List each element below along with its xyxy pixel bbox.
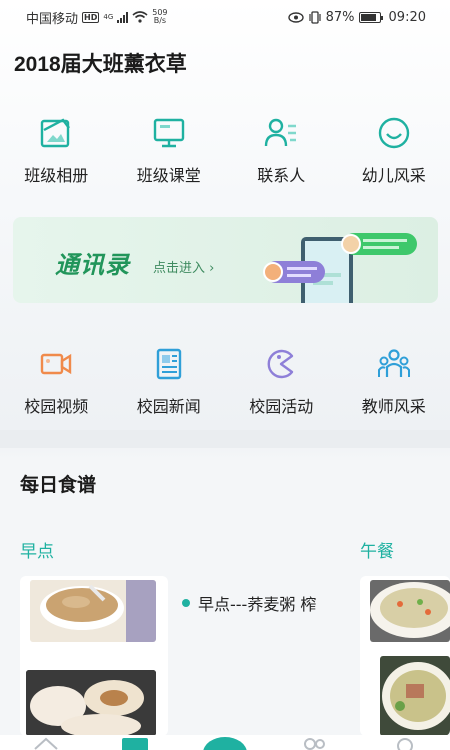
grid-item-label: 幼儿风采 — [361, 166, 426, 185]
banner-enter-link[interactable]: 点击进入 › — [153, 257, 214, 276]
grid-item-label: 班级课堂 — [136, 166, 201, 185]
battery-percent: 87% — [325, 9, 355, 25]
network-type: 4G — [103, 13, 114, 21]
bottom-tab-bar — [0, 735, 450, 750]
grid-item-label: 校园视频 — [24, 397, 89, 416]
grid-item-class-album[interactable]: 班级相册 — [0, 114, 113, 186]
activity-icon — [262, 345, 300, 383]
carrier-label: 中国移动 — [26, 11, 79, 27]
smile-icon — [375, 114, 413, 152]
album-icon — [37, 114, 75, 152]
contacts-tab-icon[interactable] — [300, 737, 328, 750]
breakfast-label[interactable]: 早点 — [20, 537, 54, 562]
monitor-icon — [150, 114, 188, 152]
chat-illustration-icon — [263, 233, 417, 303]
grid-item-label: 班级相册 — [24, 166, 89, 185]
grid-item-teacher-showcase[interactable]: 教师风采 — [338, 345, 450, 417]
bullet-dot — [182, 599, 190, 607]
clock: 09:20 — [388, 9, 426, 25]
contacts-icon — [262, 114, 300, 152]
video-icon — [37, 345, 75, 383]
home-tab-icon[interactable] — [33, 737, 59, 750]
grid-item-campus-video[interactable]: 校园视频 — [0, 345, 113, 417]
lunch-card[interactable] — [360, 576, 450, 736]
grid-item-campus-news[interactable]: 校园新闻 — [113, 345, 226, 417]
class-tab-icon[interactable] — [120, 736, 150, 750]
profile-tab-icon[interactable] — [392, 737, 418, 750]
soup-photo — [380, 656, 450, 736]
grid-item-label: 联系人 — [257, 166, 306, 185]
hd-badge: HD — [82, 11, 100, 23]
contacts-banner[interactable]: 通讯录 点击进入 › — [13, 217, 438, 303]
porridge-photo — [30, 580, 156, 642]
recipes-title: 每日食谱 — [20, 474, 97, 496]
breakfast-dish-item[interactable]: 早点---荞麦粥 榨 — [182, 591, 316, 615]
breakfast-dish-text: 早点---荞麦粥 榨 — [198, 595, 317, 614]
signal-icon — [117, 11, 129, 23]
net-speed: 509 B/s — [152, 8, 168, 25]
teachers-icon — [375, 345, 413, 383]
grid-item-label: 校园活动 — [249, 397, 314, 416]
grid-item-child-showcase[interactable]: 幼儿风采 — [338, 114, 450, 186]
eye-icon — [287, 11, 304, 23]
grid-item-class-classroom[interactable]: 班级课堂 — [113, 114, 226, 186]
grid-item-contacts[interactable]: 联系人 — [225, 114, 338, 186]
wifi-icon — [132, 11, 148, 23]
section-divider — [0, 430, 450, 448]
fried-rice-photo — [370, 580, 450, 642]
breakfast-card[interactable] — [20, 576, 168, 736]
grid-item-label: 校园新闻 — [136, 397, 201, 416]
top-feature-grid: 班级相册 班级课堂 联系人 幼儿风采 — [0, 114, 450, 186]
buns-photo — [26, 670, 156, 736]
campus-feature-grid: 校园视频 校园新闻 校园活动 教师风采 — [0, 345, 450, 417]
grid-item-campus-activity[interactable]: 校园活动 — [225, 345, 338, 417]
page-title: 2018届大班薰衣草 — [14, 53, 187, 76]
center-tab-icon[interactable] — [202, 735, 248, 750]
lunch-label[interactable]: 午餐 — [360, 537, 394, 562]
vibrate-icon — [309, 10, 321, 24]
banner-title: 通讯录 — [55, 251, 130, 279]
grid-item-label: 教师风采 — [361, 397, 426, 416]
status-bar: 中国移动 HD 4G 509 B/s 87% 09:20 — [0, 0, 450, 34]
battery-icon — [358, 11, 383, 23]
news-icon — [150, 345, 188, 383]
